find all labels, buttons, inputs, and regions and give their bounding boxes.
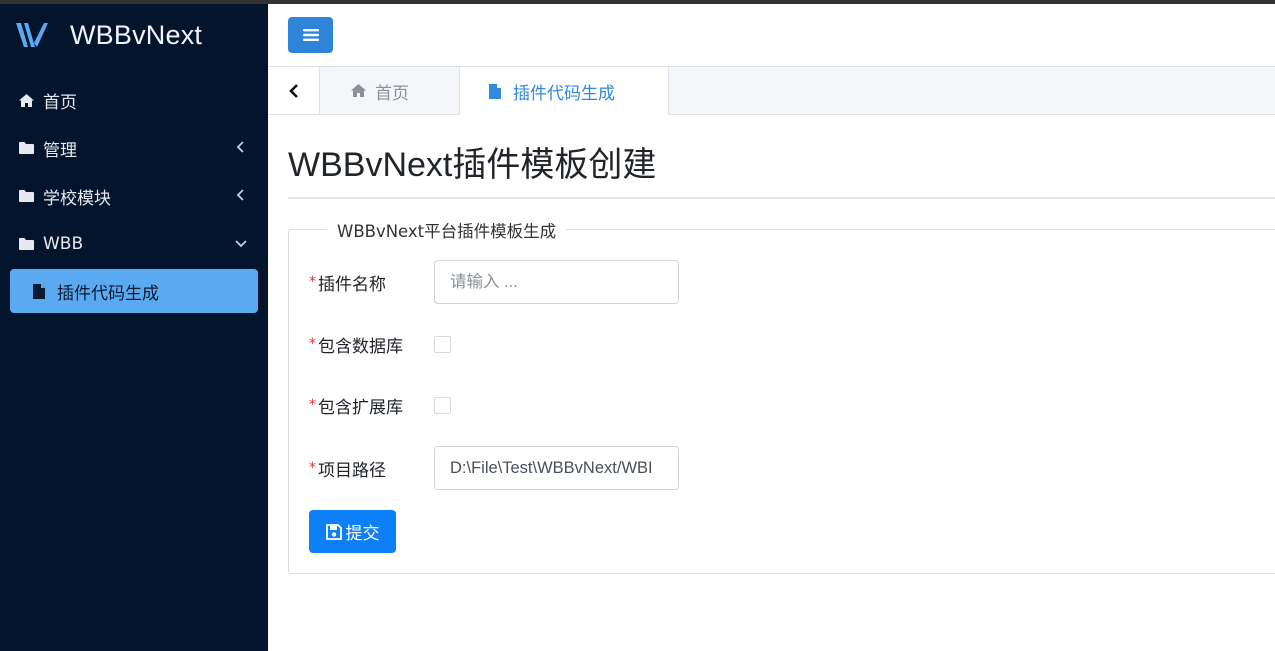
project-path-label-text: 项目路径 bbox=[318, 460, 386, 481]
sidebar-item-home[interactable]: 首页 bbox=[0, 76, 268, 124]
form-row-project-path: * 项目路径 bbox=[309, 446, 679, 490]
form-row-include-ext: * 包含扩展库 bbox=[309, 383, 451, 427]
sidebar-item-label: 首页 bbox=[43, 92, 77, 113]
home-icon bbox=[18, 92, 35, 109]
folder-icon bbox=[18, 140, 35, 157]
top-header bbox=[268, 4, 1275, 67]
fieldset-legend: WBBvNext平台插件模板生成 bbox=[327, 218, 567, 242]
required-mark: * bbox=[309, 336, 316, 352]
tab-plugin-codegen[interactable]: 插件代码生成 bbox=[460, 67, 669, 115]
include-db-label-text: 包含数据库 bbox=[318, 336, 403, 357]
file-icon bbox=[32, 283, 48, 300]
brand[interactable]: WBBvNext bbox=[0, 4, 268, 66]
tab-label: 插件代码生成 bbox=[513, 83, 615, 104]
include-ext-label: * 包含扩展库 bbox=[309, 393, 434, 418]
home-icon bbox=[350, 83, 367, 100]
page-title: WBBvNext插件模板创建 bbox=[288, 146, 657, 184]
submit-button[interactable]: 提交 bbox=[309, 510, 396, 553]
sidebar-item-label: 插件代码生成 bbox=[57, 283, 159, 304]
plugin-name-label-text: 插件名称 bbox=[318, 274, 386, 295]
include-db-checkbox[interactable] bbox=[434, 335, 451, 353]
form-row-include-db: * 包含数据库 bbox=[309, 322, 451, 366]
include-db-label: * 包含数据库 bbox=[309, 332, 434, 357]
brand-name: WBBvNext bbox=[70, 19, 203, 50]
sidebar-item-label: 管理 bbox=[43, 140, 77, 161]
sidebar-item-manage[interactable]: 管理 bbox=[0, 124, 268, 172]
hamburger-icon bbox=[302, 29, 319, 41]
chevron-left-icon bbox=[236, 141, 244, 153]
include-ext-label-text: 包含扩展库 bbox=[318, 397, 403, 418]
sidebar-item-wbb[interactable]: WBB bbox=[0, 220, 268, 268]
plugin-name-input[interactable] bbox=[434, 260, 679, 304]
plugin-form-fieldset: WBBvNext平台插件模板生成 * 插件名称 * 包含数据库 * 包含扩展库 bbox=[288, 218, 1275, 574]
brand-logo-icon bbox=[16, 23, 48, 47]
include-ext-checkbox[interactable] bbox=[434, 396, 451, 414]
tab-label: 首页 bbox=[375, 83, 409, 104]
required-mark: * bbox=[309, 274, 316, 290]
sidebar-item-label: WBB bbox=[43, 234, 84, 254]
sidebar-item-school-module[interactable]: 学校模块 bbox=[0, 172, 268, 220]
required-mark: * bbox=[309, 460, 316, 476]
main-content: WBBvNext插件模板创建 WBBvNext平台插件模板生成 * 插件名称 *… bbox=[268, 115, 1275, 651]
project-path-label: * 项目路径 bbox=[309, 456, 434, 481]
file-icon bbox=[488, 83, 505, 100]
tab-scroll-left-button[interactable] bbox=[268, 67, 320, 114]
title-divider bbox=[288, 197, 1275, 199]
form-row-plugin-name: * 插件名称 bbox=[309, 260, 679, 304]
folder-icon bbox=[18, 188, 35, 205]
chevron-left-icon bbox=[288, 83, 298, 98]
folder-icon bbox=[18, 236, 35, 253]
chevron-left-icon bbox=[236, 189, 244, 201]
tab-home[interactable]: 首页 bbox=[320, 67, 460, 115]
project-path-input[interactable] bbox=[434, 446, 679, 490]
sidebar-toggle-button[interactable] bbox=[288, 17, 333, 53]
sidebar: WBBvNext 首页 管理 学校模块 WBB 插件代码生成 bbox=[0, 4, 268, 651]
chevron-down-icon bbox=[235, 240, 247, 248]
sidebar-item-label: 学校模块 bbox=[43, 188, 111, 209]
submit-button-label: 提交 bbox=[345, 524, 380, 544]
required-mark: * bbox=[309, 397, 316, 413]
tab-bar: 首页 插件代码生成 bbox=[268, 67, 1275, 115]
plugin-name-label: * 插件名称 bbox=[309, 270, 434, 295]
save-icon bbox=[325, 523, 342, 540]
sidebar-nav: 首页 管理 学校模块 WBB 插件代码生成 bbox=[0, 76, 268, 313]
sidebar-item-plugin-codegen[interactable]: 插件代码生成 bbox=[10, 269, 258, 313]
